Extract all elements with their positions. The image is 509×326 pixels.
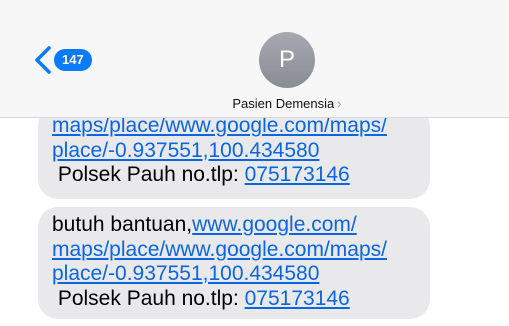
chevron-right-icon: ›	[337, 96, 342, 111]
message-line: butuh bantuan,www.google.com/	[52, 213, 416, 238]
avatar[interactable]: P	[259, 32, 315, 88]
message-line: place/-0.937551,100.434580	[52, 262, 416, 287]
message-line: maps/place/www.google.com/maps/	[52, 238, 416, 263]
chevron-left-icon	[35, 46, 51, 74]
message-text: Polsek Pauh no.tlp:	[52, 163, 245, 186]
message-line: Polsek Pauh no.tlp: 075173146	[52, 287, 416, 312]
message-text: butuh bantuan,	[52, 213, 193, 236]
message-line: place/-0.937551,100.434580	[52, 139, 416, 164]
contact-name: Pasien Demensia	[232, 96, 335, 111]
map-link[interactable]: place/-0.937551,100.434580	[52, 262, 319, 285]
back-button[interactable]: 147	[32, 45, 92, 75]
unread-count-badge: 147	[54, 49, 92, 71]
phone-link[interactable]: 075173146	[245, 163, 350, 186]
map-link[interactable]: maps/place/www.google.com/maps/	[52, 238, 387, 261]
google-link[interactable]: www.google.com/	[192, 213, 357, 236]
message-bubble[interactable]: butuh bantuan,www.google.com/ maps/place…	[38, 207, 430, 319]
messages-screen: maps/place/www.google.com/maps/ place/-0…	[0, 0, 509, 326]
message-line: Polsek Pauh no.tlp: 075173146	[52, 163, 416, 188]
message-bubble[interactable]: maps/place/www.google.com/maps/ place/-0…	[38, 106, 430, 199]
contact-name-button[interactable]: Pasien Demensia ›	[200, 96, 374, 111]
conversation-header: 147 P Pasien Demensia ›	[0, 0, 509, 118]
message-text: Polsek Pauh no.tlp:	[52, 286, 245, 310]
phone-link[interactable]: 075173146	[245, 287, 350, 310]
map-link[interactable]: place/-0.937551,100.434580	[52, 139, 319, 162]
